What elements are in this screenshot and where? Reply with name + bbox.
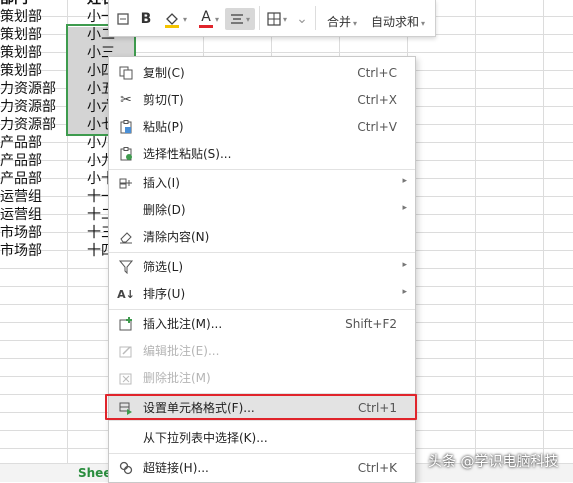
merge-label: 合并 — [327, 15, 352, 29]
menu-label: 复制(C) — [143, 66, 185, 80]
cell-dept[interactable]: 运营组 — [0, 206, 42, 224]
font-color-glyph: A — [198, 10, 213, 28]
menu-label: 插入(I) — [143, 176, 180, 190]
cell-dept[interactable]: 人力资源部 — [0, 98, 56, 116]
bold-button[interactable]: B — [137, 8, 155, 30]
font-color-button[interactable]: A ▾ — [195, 8, 223, 30]
menu-label: 编辑批注(E)... — [143, 344, 220, 358]
submenu-arrow-icon: ▸ — [402, 287, 407, 297]
autosum-button[interactable]: 自动求和 ▾ — [371, 13, 425, 30]
cell-dept[interactable]: 策划部 — [0, 44, 42, 62]
submenu-arrow-icon: ▸ — [402, 203, 407, 213]
toolbar-divider — [315, 6, 316, 30]
cell-dept[interactable]: 策划部 — [0, 8, 42, 26]
menu-label: 超链接(H)... — [143, 461, 209, 475]
edit-comment-icon — [118, 343, 134, 359]
menu-shortcut: Ctrl+K — [357, 461, 397, 475]
cell-dept[interactable]: 产品部 — [0, 170, 42, 188]
menu-divider — [109, 309, 415, 310]
format-painter-icon[interactable] — [113, 8, 133, 30]
cell-dept[interactable]: 人力资源部 — [0, 116, 56, 134]
menu-shortcut: Shift+F2 — [345, 317, 397, 331]
menu-divider — [109, 252, 415, 253]
sort-icon: A↓ — [117, 287, 135, 301]
menu-item-insert[interactable]: 插入(I) ▸ — [109, 170, 415, 196]
comment-icon — [118, 316, 134, 332]
submenu-arrow-icon: ▸ — [402, 260, 407, 270]
cell-dept[interactable]: 市场部 — [0, 224, 42, 242]
insert-icon — [118, 175, 134, 191]
menu-item-copy[interactable]: 复制(C) Ctrl+C — [109, 60, 415, 86]
menu-item-hyperlink[interactable]: 超链接(H)... Ctrl+K — [109, 455, 415, 481]
menu-shortcut: Ctrl+X — [357, 93, 397, 107]
cell-dept[interactable]: 产品部 — [0, 152, 42, 170]
eraser-icon — [118, 229, 134, 245]
autosum-label: 自动求和 — [371, 15, 420, 29]
menu-label: 从下拉列表中选择(K)... — [143, 431, 268, 445]
menu-item-clear-contents[interactable]: 清除内容(N) — [109, 224, 415, 250]
menu-label: 清除内容(N) — [143, 230, 210, 244]
menu-shortcut: Ctrl+V — [357, 120, 397, 134]
mini-toolbar: B ▾ A ▾ ▾ ▾ ⌄ 合并 ▾ 自动求和 ▾ — [108, 0, 436, 37]
cut-icon: ✂ — [120, 92, 132, 108]
menu-item-filter[interactable]: 筛选(L) ▸ — [109, 254, 415, 280]
align-center-button[interactable]: ▾ — [225, 8, 255, 30]
paste-icon — [118, 119, 134, 135]
header-dept[interactable]: 部门 — [0, 0, 28, 8]
menu-label: 粘贴(P) — [143, 120, 184, 134]
menu-label: 排序(U) — [143, 287, 186, 301]
menu-item-delete-comment: 删除批注(M) — [109, 365, 415, 391]
filter-icon — [118, 259, 134, 275]
toolbar-divider — [259, 6, 260, 30]
menu-label: 删除批注(M) — [143, 371, 211, 385]
menu-label: 剪切(T) — [143, 93, 184, 107]
cell-dept[interactable]: 策划部 — [0, 62, 42, 80]
menu-divider — [109, 453, 415, 454]
menu-item-sort[interactable]: A↓ 排序(U) ▸ — [109, 281, 415, 307]
menu-item-edit-comment: 编辑批注(E)... — [109, 338, 415, 364]
copy-icon — [118, 65, 134, 81]
menu-label: 删除(D) — [143, 203, 186, 217]
merge-button[interactable]: 合并 ▾ — [327, 13, 357, 30]
link-icon — [118, 460, 134, 476]
menu-label: 插入批注(M)... — [143, 317, 223, 331]
highlight-annotation-box — [105, 394, 417, 420]
more-icon[interactable]: ⌄ — [295, 8, 309, 30]
submenu-arrow-icon: ▸ — [402, 176, 407, 186]
cell-dept[interactable]: 策划部 — [0, 26, 42, 44]
menu-item-delete[interactable]: 删除(D) ▸ — [109, 197, 415, 223]
cell-dept[interactable]: 产品部 — [0, 134, 42, 152]
menu-item-paste-special[interactable]: 选择性粘贴(S)... — [109, 141, 415, 167]
fill-color-button[interactable]: ▾ — [161, 8, 189, 30]
menu-item-paste[interactable]: 粘贴(P) Ctrl+V — [109, 114, 415, 140]
cell-dept[interactable]: 人力资源部 — [0, 80, 56, 98]
menu-item-pick-from-list[interactable]: 从下拉列表中选择(K)... — [109, 425, 415, 451]
delete-comment-icon — [118, 370, 134, 386]
menu-shortcut: Ctrl+C — [357, 66, 397, 80]
border-button[interactable]: ▾ — [262, 8, 292, 30]
cell-dept[interactable]: 运营组 — [0, 188, 42, 206]
menu-item-insert-comment[interactable]: 插入批注(M)... Shift+F2 — [109, 311, 415, 337]
watermark: 头条 @学识电脑科技 — [428, 454, 559, 470]
cell-dept[interactable]: 市场部 — [0, 242, 42, 260]
menu-item-cut[interactable]: ✂ 剪切(T) Ctrl+X — [109, 87, 415, 113]
paste-special-icon — [118, 146, 134, 162]
menu-label: 选择性粘贴(S)... — [143, 147, 232, 161]
menu-label: 筛选(L) — [143, 260, 184, 274]
